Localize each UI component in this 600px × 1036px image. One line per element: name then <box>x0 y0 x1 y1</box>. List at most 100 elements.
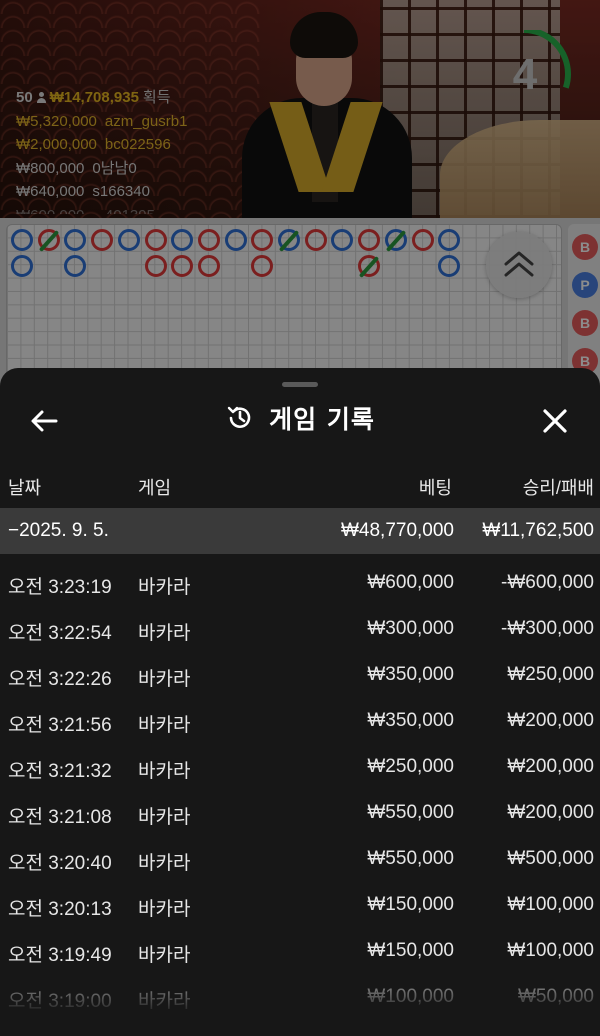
close-icon <box>543 409 567 433</box>
predictor-chip[interactable]: P <box>572 272 598 298</box>
column-headers: 날짜 게임 베팅 승리/패배 <box>0 470 600 500</box>
history-row[interactable]: 오전 3:22:54 바카라 ₩300,000 -₩300,000 <box>0 606 600 652</box>
close-button[interactable] <box>538 404 572 438</box>
winner-row: ₩640,000 s166340 <box>16 180 187 204</box>
player-bead <box>278 229 300 252</box>
row-bet: ₩150,000 <box>367 940 454 961</box>
player-bead <box>11 255 33 277</box>
row-game: 바카라 <box>138 669 191 690</box>
history-row[interactable]: 오전 3:19:00 바카라 ₩100,000 ₩50,000 <box>0 974 600 1020</box>
row-game: 바카라 <box>138 991 191 1012</box>
row-game: 바카라 <box>138 853 191 874</box>
row-result: ₩100,000 <box>507 940 594 961</box>
row-bet: ₩350,000 <box>367 664 454 685</box>
banker-bead <box>251 255 274 277</box>
winner-row: ₩5,320,000 azm_gusrb1 <box>16 110 187 134</box>
winner-amount: ₩5,320,000 <box>16 112 97 130</box>
sheet-header: 게임 기록 <box>0 388 600 452</box>
row-result: ₩100,000 <box>507 894 594 915</box>
player-bead <box>384 229 407 252</box>
row-bet: ₩250,000 <box>367 756 454 777</box>
row-result: ₩200,000 <box>507 802 594 823</box>
history-row[interactable]: 오전 3:21:56 바카라 ₩350,000 ₩200,000 <box>0 698 600 744</box>
tie-mark <box>38 230 59 252</box>
banker-bead <box>251 229 274 251</box>
player-bead <box>11 229 33 251</box>
row-bet: ₩550,000 <box>367 848 454 869</box>
player-bead <box>331 229 354 251</box>
history-row[interactable]: 오전 3:19:49 바카라 ₩150,000 ₩100,000 <box>0 928 600 974</box>
group-bet-total: ₩48,770,000 <box>340 520 454 541</box>
row-time: 오전 3:22:26 <box>8 669 112 690</box>
row-bet: ₩150,000 <box>367 894 454 915</box>
row-time: 오전 3:21:56 <box>8 715 112 736</box>
game-history-sheet: 게임 기록 날짜 게임 베팅 승리/패배 −2025. 9. 5. ₩48,77… <box>0 368 600 1036</box>
predictor-chip[interactable]: B <box>572 234 598 260</box>
row-game: 바카라 <box>138 623 191 644</box>
winner-username: 0남남0 <box>92 159 137 177</box>
column-game: 게임 <box>138 478 172 498</box>
banker-bead <box>37 229 60 252</box>
history-row[interactable]: 오전 3:21:32 바카라 ₩250,000 ₩200,000 <box>0 744 600 790</box>
live-video: 4 50 ₩14,708,935 획득 ₩5,320,000 azm_gusrb1… <box>0 0 600 218</box>
user-icon <box>36 92 46 104</box>
player-bead <box>438 229 461 251</box>
sheet-drag-handle[interactable] <box>282 382 318 387</box>
winner-username: bc022596 <box>104 136 171 153</box>
player-bead <box>224 229 247 251</box>
player-bead <box>64 229 87 251</box>
date-group-row[interactable]: −2025. 9. 5. ₩48,770,000 ₩11,762,500 <box>0 508 600 554</box>
banker-bead <box>144 255 167 277</box>
tie-mark <box>385 230 406 252</box>
banker-bead <box>144 229 167 251</box>
bead-roadmap: BPBB <box>0 218 600 394</box>
row-time: 오전 3:20:13 <box>8 899 112 920</box>
winner-amount: ₩800,000 <box>16 159 85 177</box>
history-row[interactable]: 오전 3:21:08 바카라 ₩550,000 ₩200,000 <box>0 790 600 836</box>
row-game: 바카라 <box>138 761 191 782</box>
winners-suffix: 획득 <box>142 89 171 106</box>
row-bet: ₩600,000 <box>367 572 454 593</box>
banker-bead <box>304 229 327 251</box>
history-row[interactable]: 오전 3:20:13 바카라 ₩150,000 ₩100,000 <box>0 882 600 928</box>
banker-bead <box>358 255 381 278</box>
row-bet: ₩100,000 <box>367 986 454 1007</box>
winners-header: 50 ₩14,708,935 획득 <box>16 86 187 110</box>
row-time: 오전 3:20:40 <box>8 853 112 874</box>
history-list: 오전 3:23:19 바카라 ₩600,000 -₩600,000 오전 3:22:54… <box>0 560 600 1020</box>
row-bet: ₩300,000 <box>367 618 454 639</box>
winner-count: 50 <box>16 89 33 106</box>
column-bet: 베팅 <box>418 478 452 498</box>
row-result: ₩200,000 <box>507 756 594 777</box>
history-row[interactable]: 오전 3:20:40 바카라 ₩550,000 ₩500,000 <box>0 836 600 882</box>
history-row[interactable]: 오전 3:23:19 바카라 ₩600,000 -₩600,000 <box>0 560 600 606</box>
row-game: 바카라 <box>138 715 191 736</box>
row-time: 오전 3:23:19 <box>8 577 112 598</box>
row-result: ₩500,000 <box>507 848 594 869</box>
row-result: ₩200,000 <box>507 710 594 731</box>
roadmap-grid <box>6 224 562 392</box>
history-row[interactable]: 오전 3:22:26 바카라 ₩350,000 ₩250,000 <box>0 652 600 698</box>
row-game: 바카라 <box>138 945 191 966</box>
column-win-loss: 승리/패배 <box>522 478 594 498</box>
player-bead <box>117 229 140 251</box>
group-date: −2025. 9. 5. <box>8 520 109 541</box>
collapse-roadmap-button[interactable] <box>486 232 552 298</box>
row-result: ₩50,000 <box>517 986 594 1007</box>
predictor-chip[interactable]: B <box>572 310 598 336</box>
column-date: 날짜 <box>8 478 42 498</box>
countdown-number: 4 <box>512 50 538 99</box>
banker-bead <box>91 229 114 251</box>
row-bet: ₩550,000 <box>367 802 454 823</box>
row-game: 바카라 <box>138 899 191 920</box>
banker-bead <box>358 229 381 251</box>
winner-amount: ₩2,000,000 <box>16 136 97 153</box>
tie-mark <box>358 256 380 278</box>
row-game: 바카라 <box>138 807 191 828</box>
row-bet: ₩350,000 <box>367 710 454 731</box>
row-time: 오전 3:22:54 <box>8 623 112 644</box>
dealer <box>232 6 412 218</box>
row-time: 오전 3:19:00 <box>8 991 112 1012</box>
banker-bead <box>197 229 220 251</box>
row-time: 오전 3:21:08 <box>8 807 112 828</box>
